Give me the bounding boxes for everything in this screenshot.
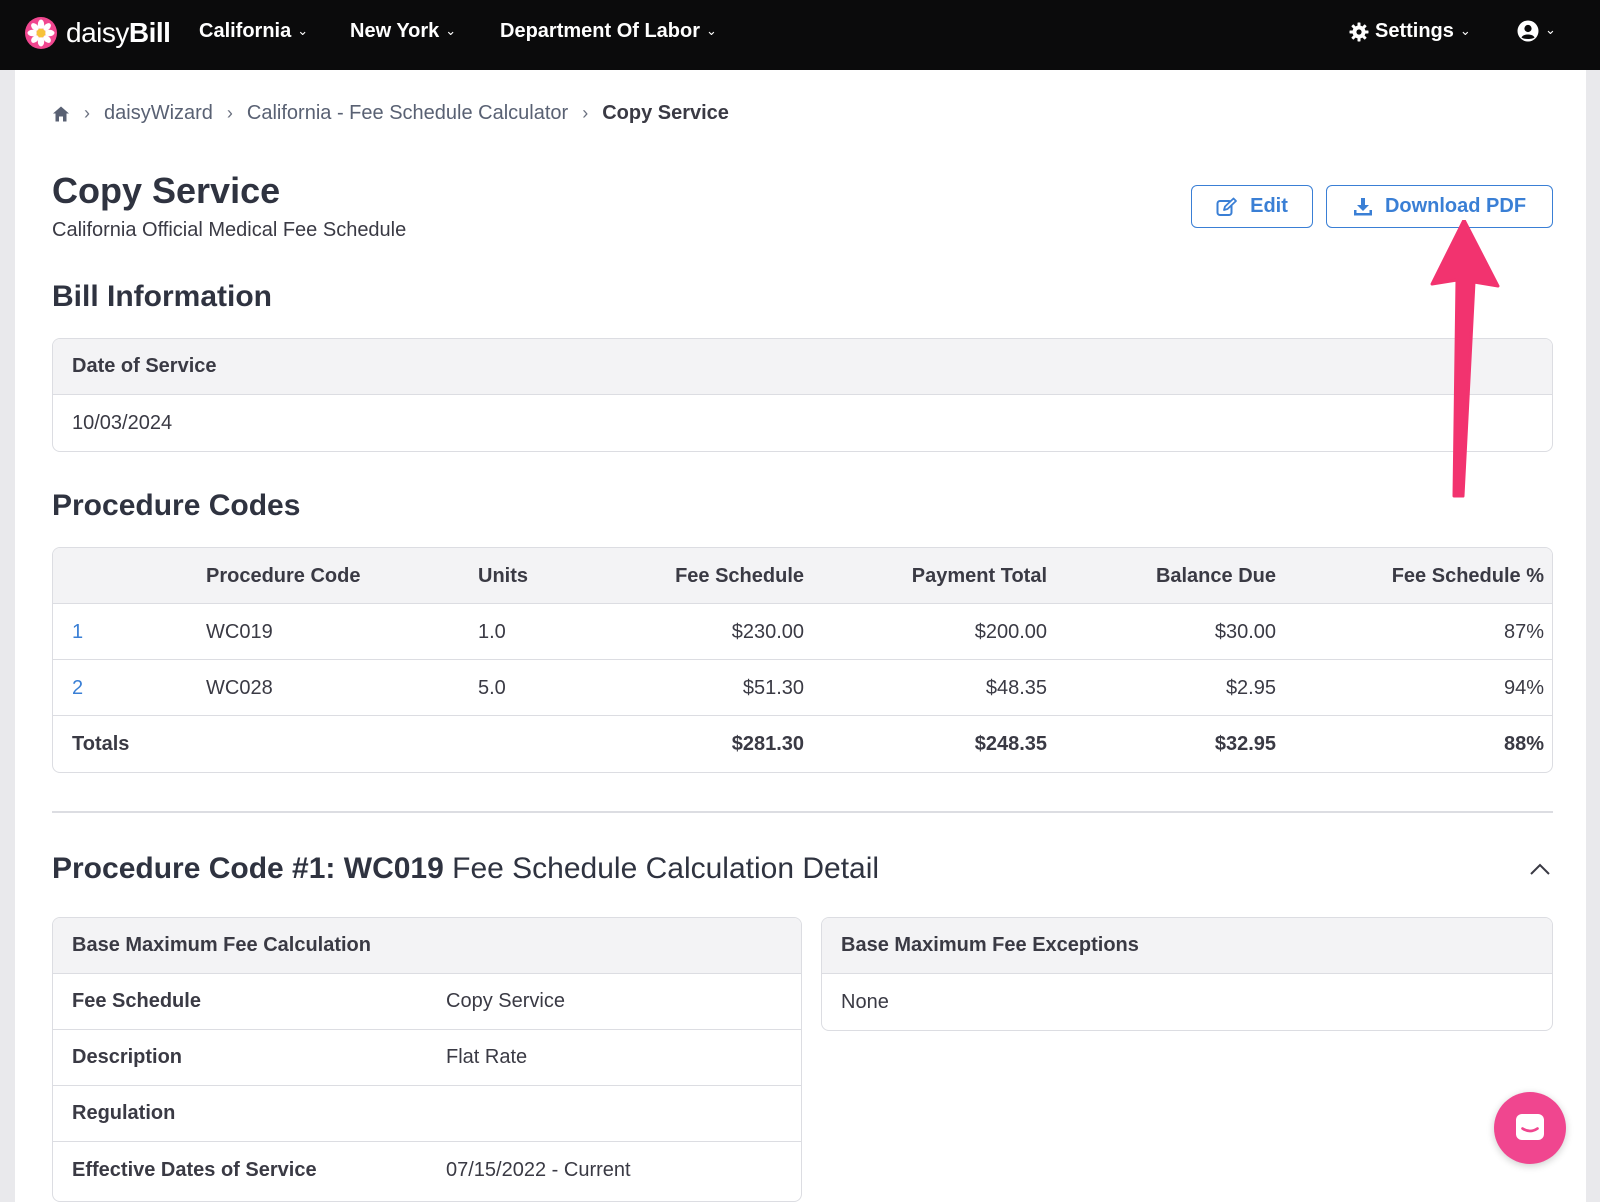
base-max-fee-exceptions-header: Base Maximum Fee Exceptions (822, 918, 1552, 974)
col-procedure-code: Procedure Code (206, 565, 361, 587)
calc-row-effective-dates: Effective Dates of Service 07/15/2022 - … (53, 1142, 801, 1198)
brand-logo[interactable]: daisyBill (24, 16, 171, 50)
calc-value: Flat Rate (446, 1046, 528, 1068)
breadcrumb-daisywizard[interactable]: daisyWizard (104, 102, 213, 125)
row-2-link[interactable]: 2 (72, 660, 83, 716)
chat-icon (1516, 1114, 1544, 1140)
breadcrumb: › daisyWizard › California - Fee Schedul… (52, 102, 729, 125)
col-fee-schedule-pct: Fee Schedule % (1391, 565, 1544, 587)
nav-department-of-labor[interactable]: Department Of Labor ⌄ (500, 20, 717, 43)
row-1-code: WC019 (206, 621, 273, 643)
date-of-service-value: 10/03/2024 (72, 411, 173, 434)
page-subtitle: California Official Medical Fee Schedule (52, 219, 407, 241)
nav-new-york-label: New York (350, 20, 440, 42)
chevron-down-icon: ⌄ (1545, 22, 1556, 37)
calculation-detail-title-light: Fee Schedule Calculation Detail (443, 852, 880, 885)
row-1-balance: $30.00 (1214, 621, 1276, 643)
exceptions-value: None (841, 990, 889, 1013)
gear-icon (1349, 22, 1369, 41)
row-2-units: 5.0 (478, 677, 506, 699)
calc-label: Effective Dates of Service (72, 1158, 317, 1181)
row-1-fee: $230.00 (731, 621, 804, 643)
chevron-right-icon: › (84, 103, 90, 123)
nav-settings-label: Settings (1375, 20, 1454, 42)
breadcrumb-fee-calculator[interactable]: California - Fee Schedule Calculator (247, 102, 568, 125)
download-pdf-label: Download PDF (1384, 195, 1527, 217)
download-icon (1353, 197, 1372, 215)
row-1-payment: $200.00 (974, 621, 1047, 643)
edit-icon (1216, 197, 1238, 216)
totals-pct: 88% (1503, 733, 1544, 755)
totals-balance: $32.95 (1214, 733, 1276, 755)
row-2-pct: 94% (1503, 677, 1544, 699)
chevron-right-icon: › (582, 103, 589, 123)
top-navbar: daisyBill California ⌄ New York ⌄ Depart… (0, 0, 1600, 70)
section-divider (52, 811, 1553, 813)
col-fee-schedule: Fee Schedule (675, 565, 804, 587)
row-1-link[interactable]: 1 (72, 604, 83, 660)
procedure-codes-title: Procedure Codes (52, 489, 301, 522)
edit-button[interactable]: Edit (1191, 185, 1313, 228)
procedure-codes-table: Procedure Code Units Fee Schedule Paymen… (52, 547, 1553, 773)
download-pdf-button[interactable]: Download PDF (1326, 185, 1553, 228)
col-payment-total: Payment Total (911, 565, 1047, 587)
base-max-fee-calculation-panel: Base Maximum Fee Calculation Fee Schedul… (52, 917, 802, 1202)
chevron-up-icon[interactable] (1528, 858, 1552, 882)
nav-settings[interactable]: Settings ⌄ (1349, 20, 1471, 43)
page-title: Copy Service (52, 170, 281, 211)
row-1-units: 1.0 (478, 621, 506, 643)
chevron-down-icon: ⌄ (706, 22, 717, 38)
calc-row-fee-schedule: Fee Schedule Copy Service (53, 974, 801, 1030)
calculation-detail-title: Procedure Code #1: WC019 Fee Schedule Ca… (52, 852, 879, 886)
row-1-pct: 87% (1503, 621, 1544, 643)
col-balance-due: Balance Due (1155, 565, 1276, 587)
calculation-detail-title-bold: Procedure Code #1: WC019 (52, 852, 444, 885)
table-row: 2 WC028 5.0 $51.30 $48.35 $2.95 94% (53, 660, 1552, 716)
row-2-balance: $2.95 (1225, 677, 1276, 699)
totals-label: Totals (72, 733, 130, 755)
brand-wordmark: daisyBill (66, 17, 171, 48)
user-avatar-icon (1517, 20, 1539, 42)
chevron-down-icon: ⌄ (445, 22, 457, 38)
home-icon[interactable] (52, 105, 70, 123)
chevron-right-icon: › (226, 103, 233, 123)
totals-row: Totals $281.30 $248.35 $32.95 88% (53, 716, 1552, 772)
user-menu[interactable]: ⌄ (1517, 20, 1556, 42)
calc-label: Description (72, 1046, 183, 1068)
row-2-code: WC028 (206, 677, 273, 699)
base-max-fee-exceptions-panel: Base Maximum Fee Exceptions None (821, 917, 1553, 1031)
base-max-fee-calculation-header: Base Maximum Fee Calculation (53, 918, 801, 974)
calc-value: Copy Service (446, 990, 565, 1012)
bill-information-panel: Date of Service 10/03/2024 (52, 338, 1553, 452)
bill-information-title: Bill Information (52, 280, 272, 313)
row-2-payment: $48.35 (985, 677, 1047, 699)
table-header-row: Procedure Code Units Fee Schedule Paymen… (53, 548, 1552, 604)
nav-california[interactable]: California ⌄ (199, 20, 308, 43)
col-units: Units (478, 565, 528, 587)
calc-label: Regulation (72, 1102, 176, 1124)
nav-california-label: California (199, 20, 292, 42)
calc-value: 07/15/2022 - Current (446, 1158, 631, 1181)
daisy-flower-icon (25, 17, 57, 49)
breadcrumb-current: Copy Service (602, 102, 729, 124)
table-row: 1 WC019 1.0 $230.00 $200.00 $30.00 87% (53, 604, 1552, 660)
row-2-fee: $51.30 (742, 677, 804, 699)
edit-button-label: Edit (1250, 195, 1288, 217)
chat-launcher-button[interactable] (1494, 1092, 1566, 1164)
nav-new-york[interactable]: New York ⌄ (350, 20, 456, 43)
calc-label: Fee Schedule (72, 990, 201, 1012)
totals-fee: $281.30 (731, 733, 804, 755)
totals-payment: $248.35 (974, 733, 1047, 755)
date-of-service-header: Date of Service (53, 339, 1552, 395)
chevron-down-icon: ⌄ (1459, 22, 1471, 38)
calc-row-description: Description Flat Rate (53, 1030, 801, 1086)
chevron-down-icon: ⌄ (297, 22, 309, 38)
nav-dol-label: Department Of Labor (500, 20, 701, 42)
calc-row-regulation: Regulation (53, 1086, 801, 1142)
